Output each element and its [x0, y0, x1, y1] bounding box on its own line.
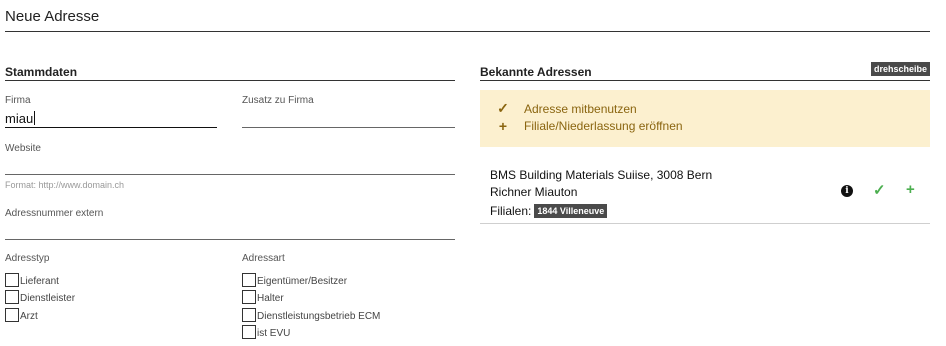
- result-contact: Richner Miauton: [490, 185, 578, 199]
- checkbox-arzt[interactable]: Arzt: [5, 308, 38, 322]
- checkbox-box[interactable]: [5, 290, 19, 304]
- zusatz-input[interactable]: [242, 110, 455, 127]
- checkbox-label: Halter: [257, 293, 284, 304]
- checkbox-lieferant[interactable]: Lieferant: [5, 273, 59, 287]
- adressnummer-underline: [5, 239, 455, 240]
- checkbox-eigentuemer[interactable]: Eigentümer/Besitzer: [242, 273, 348, 287]
- checkbox-box[interactable]: [242, 273, 256, 287]
- bekannte-divider: [480, 80, 930, 81]
- checkbox-box[interactable]: [242, 290, 256, 304]
- checkbox-dienstleistungsbetrieb[interactable]: Dienstleistungsbetrieb ECM: [242, 308, 381, 322]
- adressnummer-input[interactable]: [5, 222, 455, 239]
- checkbox-box[interactable]: [5, 273, 19, 287]
- adressnummer-label: Adressnummer extern: [5, 208, 104, 219]
- firma-label: Firma: [5, 95, 31, 106]
- checkbox-label: Eigentümer/Besitzer: [257, 276, 348, 287]
- checkbox-ist-evu[interactable]: ist EVU: [242, 325, 291, 339]
- checkbox-box[interactable]: [242, 325, 256, 339]
- result-company: BMS Building Materials Suiise, 3008 Bern: [490, 168, 713, 182]
- firma-underline: [5, 127, 217, 128]
- bekannte-heading: Bekannte Adressen: [480, 65, 592, 79]
- checkbox-label: Arzt: [20, 311, 38, 322]
- adresstyp-label: Adresstyp: [5, 253, 50, 264]
- result-filialen: Filialen: 1844 Villeneuve: [490, 204, 608, 218]
- firma-value: miau: [5, 111, 34, 126]
- action-notice: ✓ Adresse mitbenutzen + Filiale/Niederla…: [480, 90, 930, 147]
- action-label: Filiale/Niederlassung eröffnen: [524, 119, 683, 133]
- action-filiale-eroeffnen[interactable]: + Filiale/Niederlassung eröffnen: [496, 118, 683, 134]
- website-underline: [5, 174, 455, 175]
- website-format-hint: Format: http://www.domain.ch: [5, 180, 125, 190]
- adressart-label: Adressart: [242, 253, 285, 264]
- stammdaten-divider: [5, 80, 455, 81]
- checkbox-halter[interactable]: Halter: [242, 290, 284, 304]
- plus-icon[interactable]: +: [906, 181, 915, 198]
- checkbox-dienstleister[interactable]: Dienstleister: [5, 290, 76, 304]
- zusatz-underline: [242, 127, 455, 128]
- checkbox-label: Dienstleistungsbetrieb ECM: [257, 311, 381, 322]
- checkbox-box[interactable]: [5, 308, 19, 322]
- info-icon[interactable]: i: [841, 185, 853, 197]
- stammdaten-heading: Stammdaten: [5, 65, 78, 79]
- checkbox-label: Lieferant: [20, 276, 59, 287]
- action-mitbenutzen[interactable]: ✓ Adresse mitbenutzen: [496, 100, 637, 117]
- check-icon[interactable]: ✓: [873, 181, 886, 199]
- website-input[interactable]: [5, 157, 455, 174]
- result-divider: [480, 223, 930, 224]
- title-divider: [5, 31, 930, 32]
- filialen-label: Filialen:: [490, 204, 532, 218]
- plus-icon: +: [498, 118, 508, 134]
- checkbox-box[interactable]: [242, 308, 256, 322]
- action-label: Adresse mitbenutzen: [524, 101, 637, 116]
- text-caret: [34, 111, 36, 125]
- page-title: Neue Adresse: [5, 8, 100, 25]
- zusatz-label: Zusatz zu Firma: [242, 95, 314, 106]
- firma-input[interactable]: miau: [5, 110, 217, 127]
- checkbox-label: Dienstleister: [20, 293, 76, 304]
- checkbox-label: ist EVU: [257, 328, 291, 339]
- source-badge: drehscheibe: [870, 62, 930, 76]
- check-icon: ✓: [497, 100, 509, 116]
- filiale-badge: 1844 Villeneuve: [534, 204, 608, 218]
- website-label: Website: [5, 143, 41, 154]
